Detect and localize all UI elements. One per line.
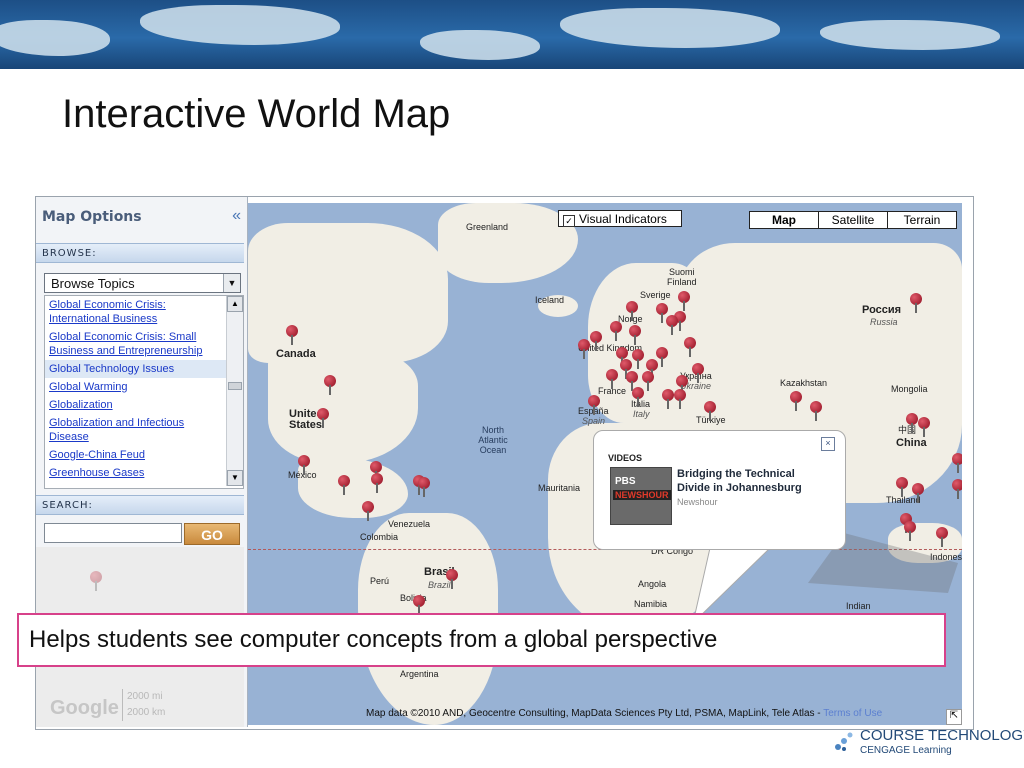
scroll-thumb[interactable] bbox=[228, 382, 242, 390]
collapse-icon[interactable]: « bbox=[232, 207, 241, 225]
pbs-logo: PBS bbox=[615, 476, 636, 487]
video-thumbnail[interactable]: PBS NEWSHOUR bbox=[610, 467, 672, 525]
browse-label: BROWSE: bbox=[36, 243, 244, 263]
topic-item[interactable]: Globalization bbox=[45, 396, 243, 414]
topic-item-selected[interactable]: Global Technology Issues bbox=[45, 360, 243, 378]
info-popup: × VIDEOS PBS NEWSHOUR Bridging the Techn… bbox=[593, 430, 846, 550]
map-credits: Map data ©2010 AND, Geocentre Consulting… bbox=[366, 708, 882, 719]
cengage-logo-icon bbox=[835, 732, 853, 751]
topic-item[interactable]: Google-China Feud bbox=[45, 446, 243, 464]
callout-box: Helps students see computer concepts fro… bbox=[17, 613, 946, 667]
search-label: SEARCH: bbox=[36, 495, 244, 515]
go-button[interactable]: GO bbox=[184, 523, 240, 545]
terms-link[interactable]: Terms of Use bbox=[823, 708, 882, 719]
topic-scrollbar[interactable]: ▲ ▼ bbox=[226, 296, 243, 486]
close-icon[interactable]: × bbox=[821, 437, 835, 451]
newshour-logo: NEWSHOUR bbox=[613, 490, 671, 500]
chevron-down-icon[interactable]: ▼ bbox=[223, 274, 240, 292]
select-value: Browse Topics bbox=[51, 276, 135, 291]
topic-item[interactable]: Global Warming bbox=[45, 378, 243, 396]
panel-title: Map Options bbox=[42, 209, 142, 225]
scale-miles: 2000 mi bbox=[127, 691, 163, 702]
popup-heading: VIDEOS bbox=[608, 453, 643, 463]
scale-km: 2000 km bbox=[127, 707, 166, 718]
logo-line-2: CENGAGE Learning bbox=[860, 745, 952, 756]
header-banner bbox=[0, 0, 1024, 69]
topic-item[interactable]: Greenhouse Gases bbox=[45, 464, 243, 482]
scale-bar: 2000 mi 2000 km bbox=[122, 689, 165, 721]
scroll-down-icon[interactable]: ▼ bbox=[227, 470, 243, 486]
resize-icon[interactable]: ⇱ bbox=[946, 709, 962, 725]
scroll-up-icon[interactable]: ▲ bbox=[227, 296, 243, 312]
video-source: Newshour bbox=[677, 497, 718, 507]
logo-line-1: COURSE TECHNOLOGY bbox=[860, 727, 1024, 744]
topic-list: Global Economic Crisis: International Bu… bbox=[44, 295, 244, 489]
search-input[interactable] bbox=[44, 523, 182, 543]
topic-item[interactable]: Global Economic Crisis: Small Business a… bbox=[45, 328, 243, 360]
credits-text: Map data ©2010 AND, Geocentre Consulting… bbox=[366, 708, 824, 719]
video-title[interactable]: Bridging the Technical Divide in Johanne… bbox=[677, 467, 827, 495]
slide-title: Interactive World Map bbox=[62, 92, 451, 136]
topic-item[interactable]: Global Economic Crisis: International Bu… bbox=[45, 296, 243, 328]
map-pin-icon bbox=[90, 571, 102, 591]
google-logo: Google bbox=[50, 697, 119, 719]
browse-topics-select[interactable]: Browse Topics ▼ bbox=[44, 273, 241, 293]
topic-item[interactable]: Globalization and Infectious Disease bbox=[45, 414, 243, 446]
